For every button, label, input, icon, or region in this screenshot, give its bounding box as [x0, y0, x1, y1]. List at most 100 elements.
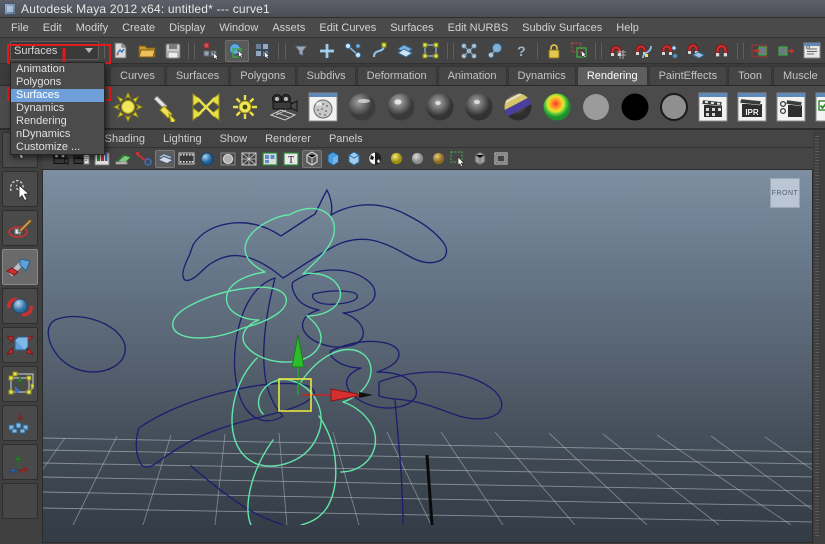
menu-edit-curves[interactable]: Edit Curves [312, 19, 383, 37]
resolution-gate-icon[interactable] [197, 150, 217, 168]
shadows-icon[interactable] [428, 150, 448, 168]
menu-window[interactable]: Window [212, 19, 265, 37]
shade-options-icon[interactable] [365, 150, 385, 168]
dropdown-item-rendering[interactable]: Rendering [11, 115, 104, 128]
help-icon[interactable]: ? [509, 40, 533, 62]
hypershade-icon[interactable] [305, 89, 341, 125]
menu-modify[interactable]: Modify [69, 19, 115, 37]
paint-select-tool[interactable] [2, 210, 38, 246]
shelf-tab-subdivs[interactable]: Subdivs [297, 66, 356, 85]
render-globals-icon[interactable] [483, 40, 507, 62]
layered-shader-icon[interactable] [539, 89, 575, 125]
scale-tool[interactable] [2, 327, 38, 363]
dropdown-item-ndynamics[interactable]: nDynamics [11, 128, 104, 141]
show-manipulator-tool[interactable] [2, 444, 38, 480]
phong-material-icon[interactable] [422, 89, 458, 125]
use-background-icon[interactable] [656, 89, 692, 125]
menu-help[interactable]: Help [609, 19, 646, 37]
rotate-tool[interactable] [2, 288, 38, 324]
sidebar-out-icon[interactable] [774, 40, 798, 62]
select-by-hierarchy-icon[interactable] [199, 40, 223, 62]
panel-menu-panels[interactable]: Panels [320, 130, 372, 148]
spot-light-icon[interactable] [227, 89, 263, 125]
lambert-material-icon[interactable] [344, 89, 380, 125]
lasso-select-tool[interactable] [2, 171, 38, 207]
use-default-light-icon[interactable] [386, 150, 406, 168]
xray-icon[interactable] [470, 150, 490, 168]
shelf-tab-dynamics[interactable]: Dynamics [508, 66, 576, 85]
safe-action-icon[interactable] [260, 150, 280, 168]
shelf-tab-toon[interactable]: Toon [728, 66, 772, 85]
gate-mask-icon[interactable] [218, 150, 238, 168]
select-by-component-icon[interactable] [251, 40, 275, 62]
camera-icon[interactable] [266, 89, 302, 125]
shelf-tab-animation[interactable]: Animation [438, 66, 507, 85]
ambient-light-icon[interactable] [110, 89, 146, 125]
shelf-tab-curves[interactable]: Curves [110, 66, 165, 85]
last-tool-used[interactable] [2, 483, 38, 519]
safe-title-icon[interactable]: T [281, 150, 301, 168]
snap-to-view-plane-icon[interactable] [419, 40, 443, 62]
render-view-icon[interactable] [812, 89, 825, 125]
dropdown-item-customize[interactable]: Customize ... [11, 141, 104, 154]
open-scene-icon[interactable] [135, 40, 159, 62]
image-plane-icon[interactable] [113, 150, 133, 168]
smooth-shade-selected-icon[interactable] [344, 150, 364, 168]
menu-assets[interactable]: Assets [265, 19, 312, 37]
viewport-3d[interactable]: FRONT [42, 170, 813, 543]
snap-to-curve-icon[interactable] [341, 40, 365, 62]
menu-surfaces[interactable]: Surfaces [383, 19, 440, 37]
grid-toggle-icon[interactable] [155, 150, 175, 168]
directional-light-icon[interactable] [149, 89, 185, 125]
soft-modification-tool[interactable] [2, 405, 38, 441]
two-d-pan-zoom-icon[interactable] [134, 150, 154, 168]
menu-set-combo[interactable]: Surfaces [10, 41, 99, 60]
field-chart-icon[interactable] [239, 150, 259, 168]
sidebar-in-icon[interactable] [748, 40, 772, 62]
show-manipulator-icon[interactable] [568, 40, 592, 62]
anisotropic-material-icon[interactable] [500, 89, 536, 125]
dropdown-item-animation[interactable]: Animation [11, 63, 104, 76]
render-settings-icon[interactable] [773, 89, 809, 125]
shelf-tab-deformation[interactable]: Deformation [357, 66, 437, 85]
universal-manipulator-tool[interactable] [2, 366, 38, 402]
menu-subdiv-surfaces[interactable]: Subdiv Surfaces [515, 19, 609, 37]
point-light-icon[interactable] [188, 89, 224, 125]
save-scene-icon[interactable] [161, 40, 185, 62]
lock-icon[interactable] [542, 40, 566, 62]
shelf-tab-painteffects[interactable]: PaintEffects [649, 66, 728, 85]
isolate-select-icon[interactable] [449, 150, 469, 168]
magnet-plane-icon[interactable] [684, 40, 708, 62]
shelf-tab-rendering[interactable]: Rendering [577, 66, 648, 85]
surface-shader-icon[interactable] [617, 89, 653, 125]
panel-menu-renderer[interactable]: Renderer [256, 130, 320, 148]
render-current-frame-icon[interactable] [695, 89, 731, 125]
shelf-tab-surfaces[interactable]: Surfaces [166, 66, 229, 85]
magnet-curve-icon[interactable] [632, 40, 656, 62]
smooth-shade-all-icon[interactable] [323, 150, 343, 168]
move-tool[interactable] [2, 249, 38, 285]
magnet-view-icon[interactable] [710, 40, 734, 62]
blinn-material-icon[interactable] [383, 89, 419, 125]
new-scene-icon[interactable] [109, 40, 133, 62]
snap-to-grid-icon[interactable] [315, 40, 339, 62]
snap-to-plane-icon[interactable] [393, 40, 417, 62]
menu-set-dropdown[interactable]: Animation Polygons Surfaces Dynamics Ren… [10, 62, 105, 155]
dropdown-item-polygons[interactable]: Polygons [11, 76, 104, 89]
panel-menu-show[interactable]: Show [211, 130, 257, 148]
menu-edit[interactable]: Edit [36, 19, 69, 37]
shelf-tab-polygons[interactable]: Polygons [230, 66, 295, 85]
dropdown-item-surfaces[interactable]: Surfaces [11, 89, 104, 102]
ipr-render-icon[interactable]: IPR [734, 89, 770, 125]
magnet-point-icon[interactable] [658, 40, 682, 62]
right-panel-edge[interactable] [813, 130, 825, 543]
menu-edit-nurbs[interactable]: Edit NURBS [441, 19, 516, 37]
menu-display[interactable]: Display [162, 19, 212, 37]
use-all-lights-icon[interactable] [407, 150, 427, 168]
xray-joints-icon[interactable] [491, 150, 511, 168]
wireframe-icon[interactable] [302, 150, 322, 168]
dropdown-item-dynamics[interactable]: Dynamics [11, 102, 104, 115]
ramp-shader-icon[interactable] [578, 89, 614, 125]
menu-file[interactable]: File [4, 19, 36, 37]
construction-history-icon[interactable] [457, 40, 481, 62]
